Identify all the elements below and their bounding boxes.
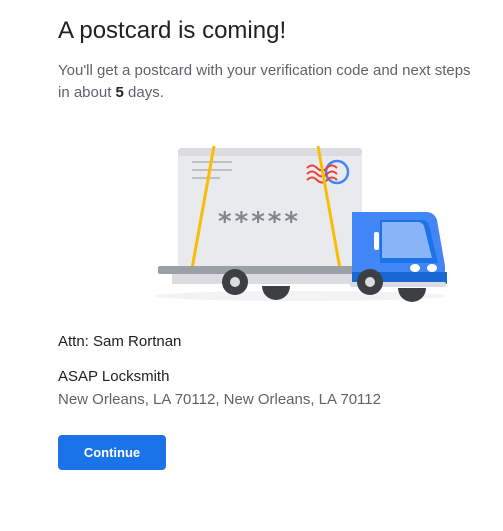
business-address: New Orleans, LA 70112, New Orleans, LA 7… xyxy=(58,391,381,408)
postcard-description: You'll get a postcard with your verifica… xyxy=(58,60,478,104)
attention-line: Attn: Sam Rortnan xyxy=(58,333,182,350)
postcard-truck-illustration: ***** xyxy=(155,145,447,302)
page-title: A postcard is coming! xyxy=(58,17,287,44)
continue-button[interactable]: Continue xyxy=(58,435,166,470)
days-count: 5 xyxy=(115,84,124,101)
masked-code: ***** xyxy=(218,207,301,237)
business-name: ASAP Locksmith xyxy=(58,368,170,385)
description-text-after: days. xyxy=(123,84,164,101)
